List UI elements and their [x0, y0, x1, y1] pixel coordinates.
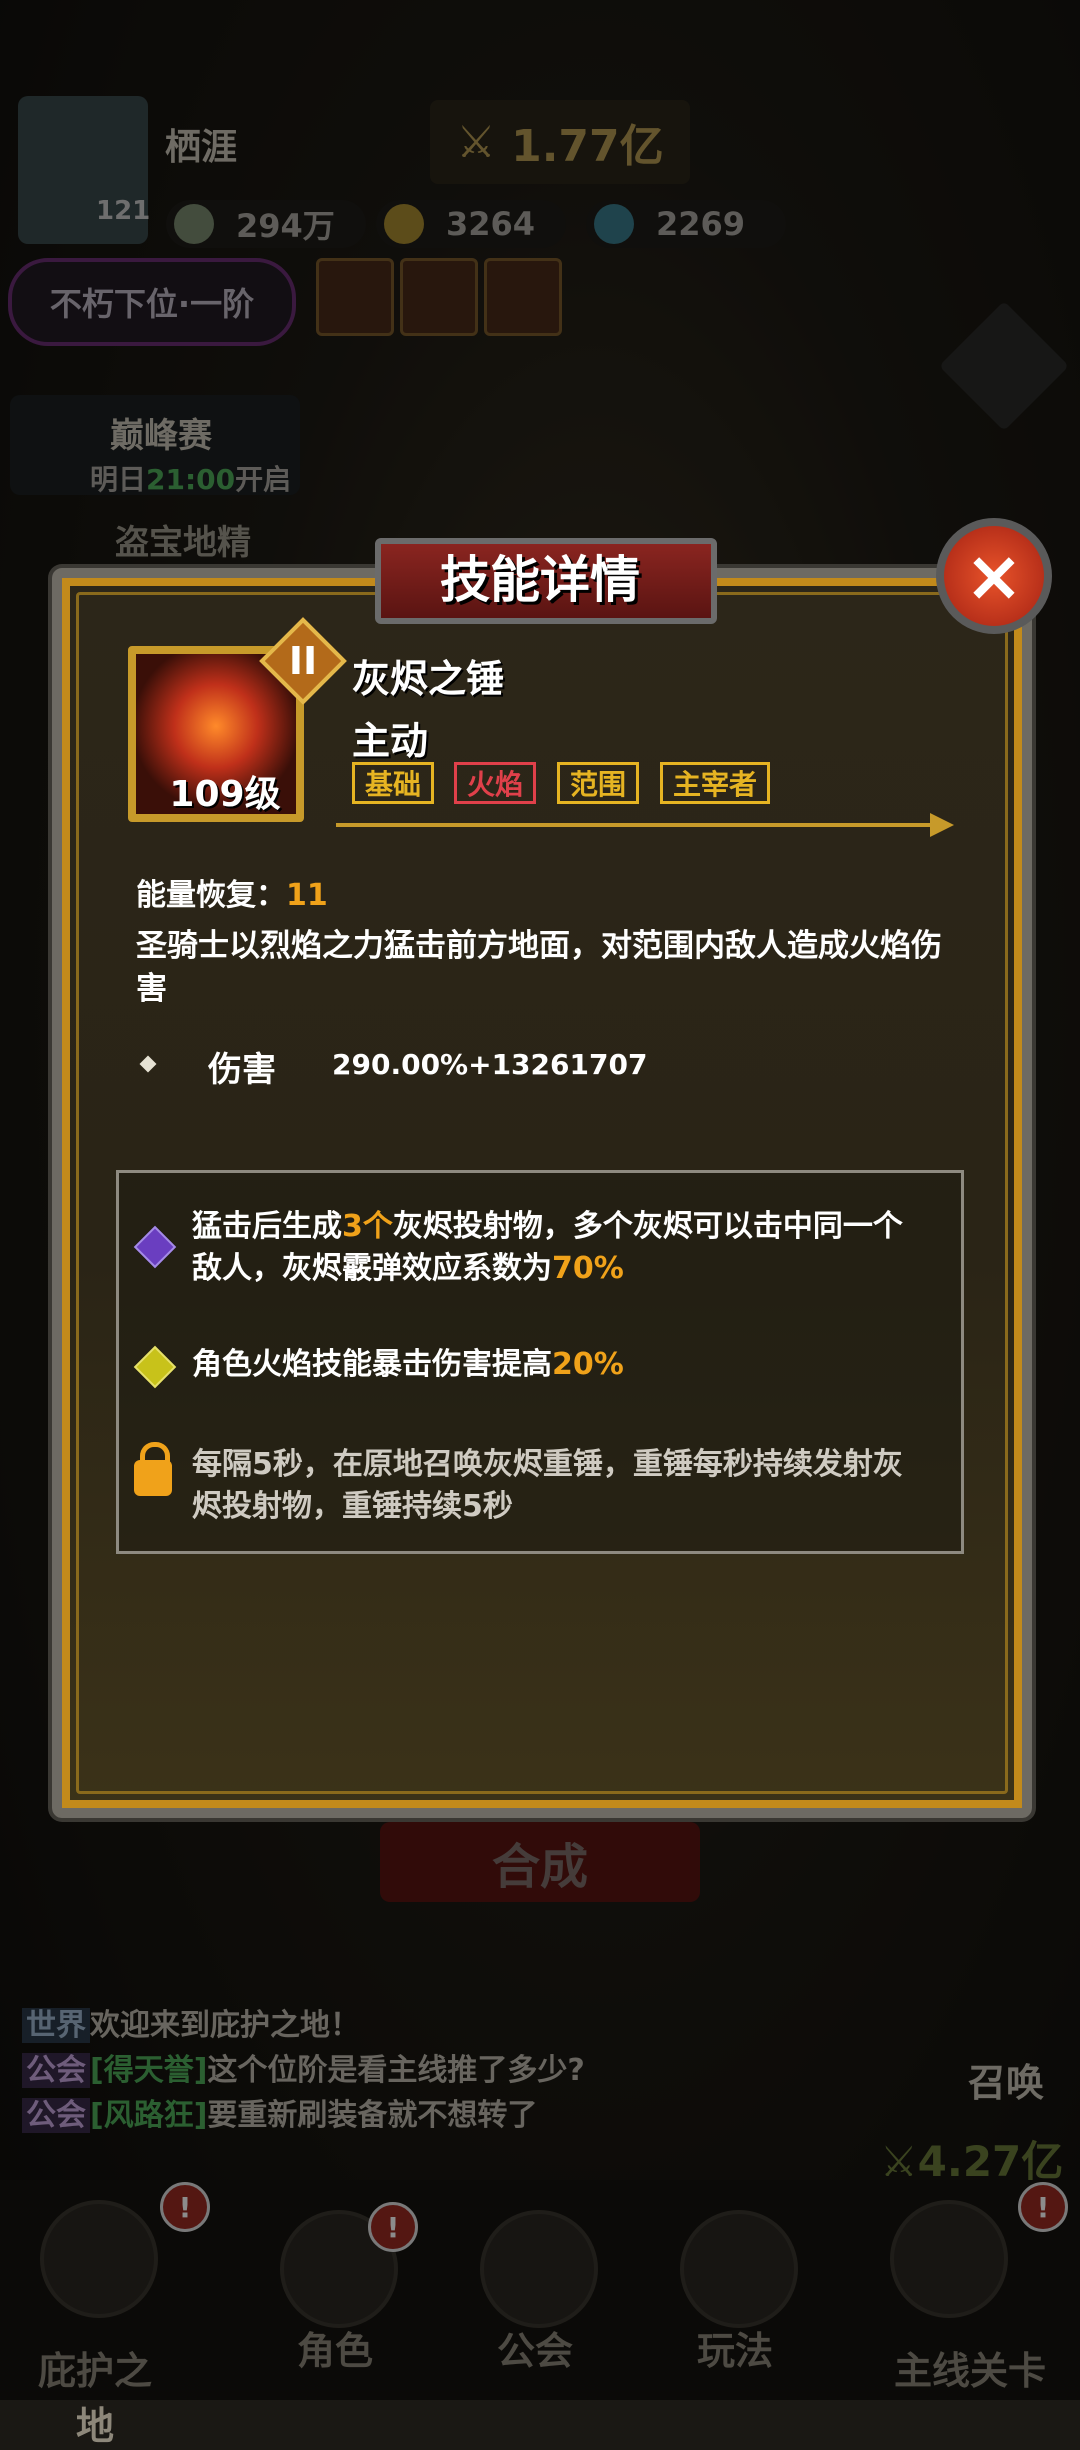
- close-button[interactable]: ×: [936, 518, 1052, 634]
- arrow-head-icon: [930, 813, 954, 837]
- skill-type: 主动: [352, 719, 429, 763]
- effect-3-locked-text: 每隔5秒，在原地召唤灰烬重锤，重锤每秒持续发射灰烬投射物，重锤持续5秒: [192, 1447, 903, 1524]
- lock-icon: [134, 1442, 172, 1496]
- tier-label: II: [288, 639, 318, 683]
- effect-2-text: 角色火焰技能暴击伤害提高20%: [192, 1347, 624, 1382]
- skill-tag: 范围: [557, 762, 640, 804]
- close-icon: ×: [964, 535, 1024, 617]
- skill-level: 109级: [169, 774, 281, 815]
- skill-tag: 基础: [352, 762, 435, 804]
- skill-tag: 主宰者: [660, 762, 771, 804]
- energy-recovery: 能量恢复：11: [136, 878, 328, 913]
- dialog-title: 技能详情: [440, 551, 640, 609]
- skill-name: 灰烬之锤: [352, 657, 505, 701]
- damage-value: 290.00%+13261707: [332, 1048, 648, 1081]
- damage-label: 伤害: [208, 1050, 276, 1090]
- skill-tag: 火焰: [454, 762, 537, 804]
- skill-description: 圣骑士以烈焰之力猛击前方地面，对范围内敌人造成火焰伤害: [136, 928, 942, 1007]
- effect-1-text: 猛击后生成3个灰烬投射物，多个灰烬可以击中同一个敌人，灰烬霰弹效应系数为70%: [192, 1209, 903, 1286]
- divider-arrow: [336, 823, 940, 827]
